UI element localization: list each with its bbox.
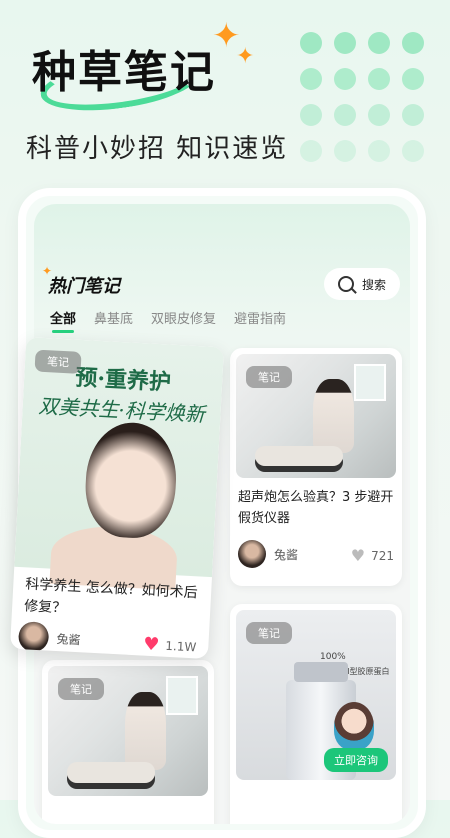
note-card[interactable]: 笔记 超声炮怎么验真？3 步避开假货仪器 兔酱 ♥ 721 <box>230 348 402 586</box>
note-tag: 笔记 <box>246 366 292 388</box>
sparkle-icon: ✦ <box>42 264 53 278</box>
search-label: 搜索 <box>361 277 386 292</box>
nurse-figure <box>124 692 167 770</box>
like-count: 1.1W <box>165 638 197 654</box>
author-name: 兔酱 <box>56 631 81 647</box>
card-author[interactable]: 兔酱 <box>238 540 298 568</box>
dot-grid-decoration <box>300 32 430 164</box>
assistant-avatar-icon <box>334 702 374 750</box>
card-author[interactable]: 兔酱 <box>17 621 82 654</box>
hero-title: 种草笔记 <box>32 47 216 98</box>
note-tag: 笔记 <box>34 349 82 374</box>
search-icon <box>337 276 354 292</box>
bed-figure <box>255 445 344 466</box>
window-decoration <box>354 363 387 402</box>
note-tag: 笔记 <box>58 678 104 700</box>
tab-pitfall-guide[interactable]: 避雷指南 <box>234 308 286 327</box>
card-image: 预·重养护 双美共生·科学焕新 <box>14 337 225 591</box>
tab-double-eyelid-repair[interactable]: 双眼皮修复 <box>151 308 216 327</box>
section-title: ✦ 热门笔记 <box>42 264 120 298</box>
image-caption: 100% <box>320 652 346 662</box>
like-count: 721 <box>371 548 394 563</box>
sparkle-icon: ✦ <box>236 44 255 69</box>
tab-all[interactable]: 全部 <box>50 308 76 333</box>
section-title-text: 热门笔记 <box>48 276 120 297</box>
search-button[interactable]: 搜索 <box>324 268 400 300</box>
featured-note-card[interactable]: 预·重养护 双美共生·科学焕新 笔记 科学养生 怎么做？如何术后修复？ 兔酱 ♥… <box>9 337 225 659</box>
author-name: 兔酱 <box>274 547 299 562</box>
note-tag: 笔记 <box>246 622 292 644</box>
hero-subtitle: 科普小妙招 知识速览 <box>26 134 289 164</box>
tab-nose-base[interactable]: 鼻基底 <box>94 308 133 327</box>
avatar <box>238 540 266 568</box>
window-decoration <box>166 676 199 716</box>
heart-outline-icon: ♥ <box>350 546 366 565</box>
note-card[interactable]: 笔记 <box>42 660 214 824</box>
consult-now-button[interactable]: 立即咨询 <box>324 748 388 772</box>
nurse-figure <box>312 378 355 454</box>
card-title: 超声炮怎么验真？3 步避开假货仪器 <box>238 490 394 526</box>
card-title: 科学养生 怎么做？如何术后修复？ <box>23 576 198 617</box>
bed-figure <box>67 762 156 783</box>
like-button[interactable]: ♥ 721 <box>351 546 394 565</box>
heart-filled-icon: ♥ <box>142 633 160 656</box>
model-portrait <box>83 420 180 540</box>
tab-bar: 全部 鼻基底 双眼皮修复 避雷指南 <box>50 308 286 333</box>
note-card[interactable]: 笔记 100% 人源化Ⅲ型胶原蛋白 立即咨询 <box>230 604 402 824</box>
avatar <box>17 621 50 653</box>
like-button[interactable]: ♥ 1.1W <box>143 634 197 658</box>
